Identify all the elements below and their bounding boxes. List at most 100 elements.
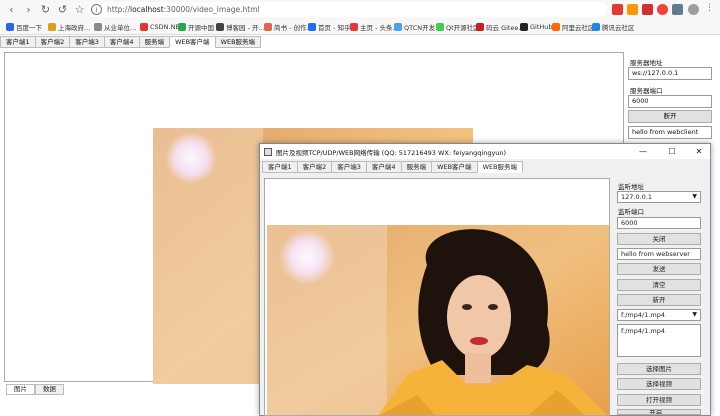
bookmark-favicon-icon <box>476 23 484 31</box>
server-port-input[interactable]: 6000 <box>628 95 712 108</box>
bookmark-item[interactable]: 从业单位… <box>94 21 137 33</box>
bookmark-favicon-icon <box>140 23 148 31</box>
bookmark-favicon-icon <box>436 23 444 31</box>
bookmark-item[interactable]: 博客园 - 开… <box>216 21 265 33</box>
page-tab-1[interactable]: 客户端1 <box>0 36 35 48</box>
bookmark-item[interactable]: 简书 - 创作… <box>264 21 313 33</box>
extension-gray-icon[interactable] <box>672 4 683 15</box>
window-tab-4[interactable]: 客户端4 <box>365 161 401 173</box>
file-path-select[interactable]: f:/mp4/1.mp4 ▼ <box>617 309 701 321</box>
window-tab-7[interactable]: WEB服务端 <box>476 161 524 173</box>
bottom-tab-bar: 图片 数据 <box>6 384 64 395</box>
window-tab-5[interactable]: 服务端 <box>400 161 432 173</box>
bookmark-label: 百度一下 <box>16 24 42 32</box>
window-tab-3[interactable]: 客户端3 <box>331 161 366 173</box>
bottom-tab-2[interactable]: 数据 <box>35 384 64 395</box>
server-port-label: 服务器端口 <box>630 87 663 95</box>
bookmark-favicon-icon <box>552 23 560 31</box>
bookmark-label: GitHub <box>530 23 553 31</box>
listen-port-input[interactable]: 6000 <box>617 217 701 229</box>
bookmark-label: 首页 - 知乎 <box>318 24 351 32</box>
page-tab-2[interactable]: 客户端2 <box>34 36 70 48</box>
window-tab-6[interactable]: WEB客户端 <box>431 161 477 173</box>
bookmark-label: 从业单位… <box>104 24 137 32</box>
bookmark-item[interactable]: 开源中国 <box>178 21 214 33</box>
page-tab-3[interactable]: 客户端3 <box>69 36 104 48</box>
app-window: 图片及视频TCP/UDP/WEB网络传输 (QQ: 517216493 WX: … <box>259 143 711 416</box>
bookmark-favicon-icon <box>94 23 102 31</box>
bookmark-favicon-icon <box>520 23 528 31</box>
extension-orange-icon[interactable] <box>627 4 638 15</box>
reload-icon[interactable]: ↻ <box>39 3 52 16</box>
window-video-frame <box>267 225 609 415</box>
undo-icon[interactable]: ↺ <box>56 3 69 16</box>
bookmark-item[interactable]: CSDN.NET <box>140 21 184 33</box>
portrait-video-image <box>267 225 609 415</box>
address-bar[interactable]: i http://localhost:30000/video_image.htm… <box>87 2 607 17</box>
bookmark-favicon-icon <box>308 23 316 31</box>
page-tab-5[interactable]: 服务端 <box>138 36 170 48</box>
dropdown-arrow-icon: ▼ <box>692 311 697 318</box>
bookmark-label: 开源中国 <box>188 24 214 32</box>
bookmark-item[interactable]: 上海政府… <box>48 21 91 33</box>
bookmark-item[interactable]: Qt开源社区 <box>436 21 480 33</box>
bookmark-item[interactable]: 腾讯云社区 <box>592 21 635 33</box>
bookmark-item[interactable]: 主页 - 头条… <box>350 21 399 33</box>
window-tab-2[interactable]: 客户端2 <box>296 161 332 173</box>
maximize-icon[interactable]: ☐ <box>661 144 683 159</box>
file-path-textarea[interactable]: f:/mp4/1.mp4 <box>617 324 701 357</box>
listen-address-label: 监听地址 <box>618 183 644 191</box>
forward-icon[interactable]: › <box>22 3 35 16</box>
bookmark-item[interactable]: 码云 Gitee… <box>476 21 525 33</box>
close-server-button[interactable]: 关闭 <box>617 233 701 245</box>
bookmark-item[interactable]: GitHub <box>520 21 553 33</box>
page-tab-4[interactable]: 客户端4 <box>103 36 139 48</box>
profile-icon[interactable] <box>688 4 699 15</box>
bookmark-favicon-icon <box>6 23 14 31</box>
window-tab-1[interactable]: 客户端1 <box>262 161 297 173</box>
minimize-icon[interactable]: — <box>632 144 654 159</box>
bookmark-item[interactable]: 百度一下 <box>6 21 42 33</box>
clear-button[interactable]: 清空 <box>617 279 701 291</box>
bookmark-item[interactable]: QTCN开发… <box>394 21 442 33</box>
star-icon[interactable]: ☆ <box>73 3 86 16</box>
send-button[interactable]: 发送 <box>617 263 701 275</box>
back-icon[interactable]: ‹ <box>5 3 18 16</box>
select-video-button[interactable]: 选择视频 <box>617 378 701 390</box>
page-tab-bar: 客户端1 客户端2 客户端3 客户端4 服务端 WEB客户端 WEB服务端 <box>0 36 262 48</box>
file-path-value: f:/mp4/1.mp4 <box>621 311 666 319</box>
bookmark-label: Qt开源社区 <box>446 24 480 32</box>
extension-game-icon[interactable] <box>642 4 653 15</box>
bookmark-item[interactable]: 首页 - 知乎 <box>308 21 350 33</box>
bookmark-label: 博客园 - 开… <box>226 24 265 32</box>
extension-red-icon[interactable] <box>612 4 623 15</box>
url-text: http://localhost:30000/video_image.html <box>107 5 260 14</box>
disconnect-button[interactable]: 断开 <box>628 110 712 123</box>
listen-port-label: 监听端口 <box>618 208 644 216</box>
bookmark-favicon-icon <box>178 23 186 31</box>
bookmark-favicon-icon <box>264 23 272 31</box>
bookmark-favicon-icon <box>592 23 600 31</box>
bookmark-favicon-icon <box>350 23 358 31</box>
server-address-input[interactable]: ws://127.0.0.1 <box>628 67 712 80</box>
extension-circle-icon[interactable] <box>657 4 668 15</box>
open-video-button[interactable]: 打开视频 <box>617 394 701 406</box>
info-icon[interactable]: i <box>91 4 102 15</box>
page-tab-7[interactable]: WEB服务端 <box>214 36 262 48</box>
bottom-tab-1[interactable]: 图片 <box>6 384 35 395</box>
app-icon <box>264 147 272 156</box>
listen-address-select[interactable]: 127.0.0.1 ▼ <box>617 191 701 203</box>
close-icon[interactable]: ✕ <box>688 144 710 159</box>
window-tab-bar: 客户端1 客户端2 客户端3 客户端4 服务端 WEB客户端 WEB服务端 <box>262 161 524 173</box>
page-tab-6[interactable]: WEB客户端 <box>169 36 215 48</box>
menu-icon[interactable]: ⋮ <box>704 4 715 15</box>
server-message-input[interactable]: hello from webserver <box>617 248 701 260</box>
browser-toolbar: ‹ › ↻ ↺ ☆ i http://localhost:30000/video… <box>0 0 720 19</box>
bookmark-item[interactable]: 阿里云社区 <box>552 21 595 33</box>
new-button[interactable]: 新开 <box>617 294 701 306</box>
client-message-input[interactable]: hello from webclient <box>628 126 712 139</box>
select-image-button[interactable]: 选择图片 <box>617 363 701 375</box>
bookmark-favicon-icon <box>216 23 224 31</box>
bookmark-label: 腾讯云社区 <box>602 24 635 32</box>
partial-button[interactable]: 开启… <box>617 409 701 415</box>
